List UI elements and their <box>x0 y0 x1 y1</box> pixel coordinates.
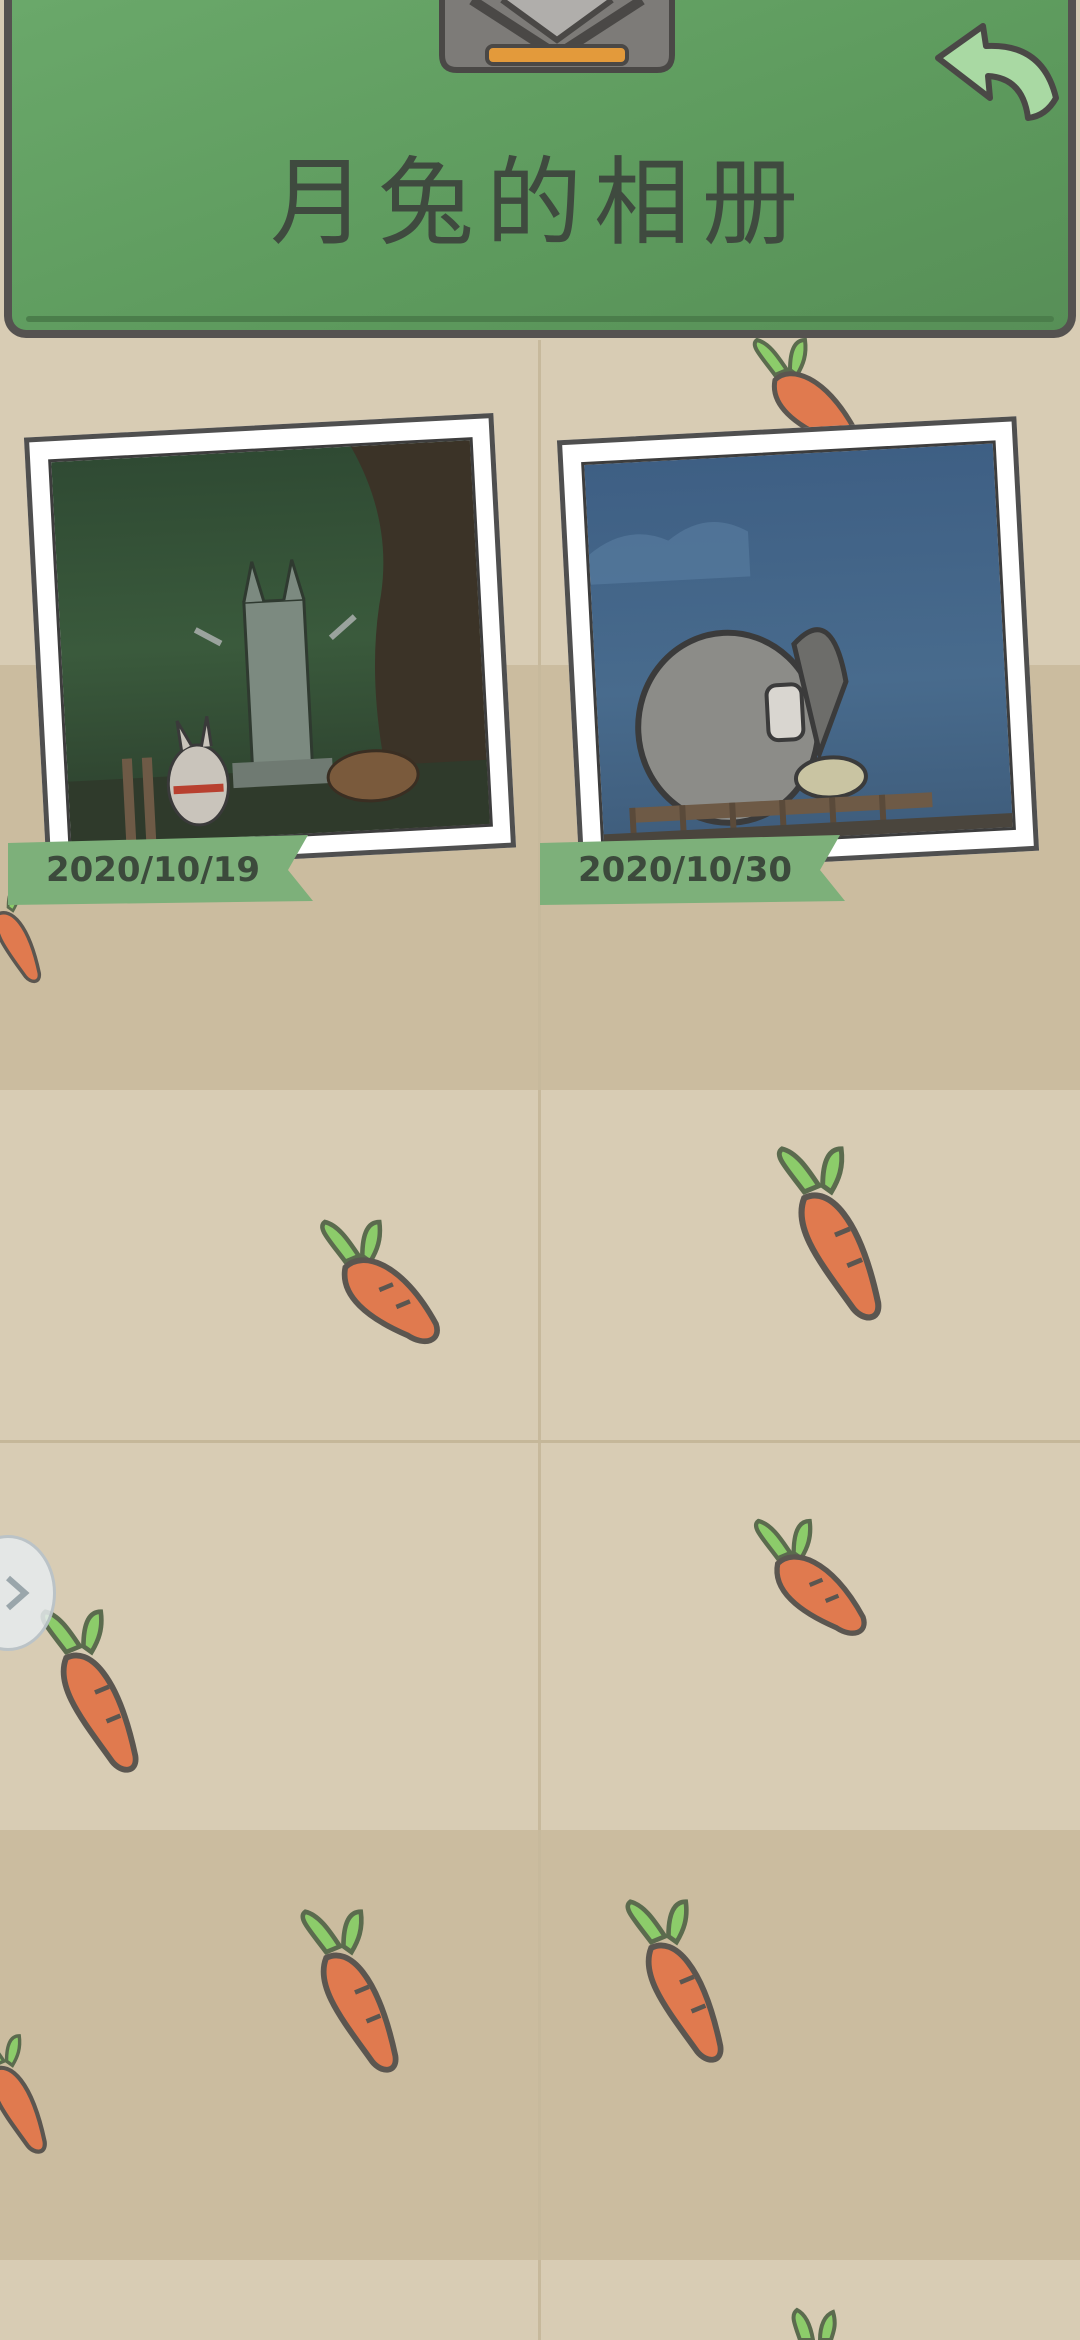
side-drawer-handle[interactable] <box>0 1535 56 1651</box>
grid-divider <box>538 340 541 2340</box>
grid-divider <box>0 1440 1080 1443</box>
hanger-icon <box>439 0 675 73</box>
photo-frame[interactable] <box>556 416 1040 875</box>
carrot-icon <box>0 2034 47 2154</box>
carrot-icon <box>625 1899 724 2063</box>
photo-frame[interactable] <box>23 412 517 873</box>
header-shadow <box>26 316 1054 322</box>
carrot-icon <box>300 1909 399 2073</box>
photo-date: 2020/10/30 <box>577 850 793 890</box>
photo-image <box>581 440 1016 852</box>
carrot-icon <box>753 1518 867 1636</box>
date-ribbon: 2020/10/19 <box>8 835 313 905</box>
date-ribbon: 2020/10/30 <box>540 835 845 905</box>
carrot-icon <box>320 1219 440 1345</box>
chevron-right-icon <box>6 1575 30 1611</box>
photo-date: 2020/10/19 <box>45 850 261 890</box>
carrot-icon <box>791 2307 837 2340</box>
back-arrow-icon[interactable] <box>928 18 1068 128</box>
album-screen: 月兔的相册 2020/10/19 2020/10/30 <box>0 0 1080 2340</box>
page-title: 月兔的相册 <box>270 147 810 259</box>
carrot-icon <box>776 1146 882 1321</box>
photo-image <box>48 437 493 849</box>
